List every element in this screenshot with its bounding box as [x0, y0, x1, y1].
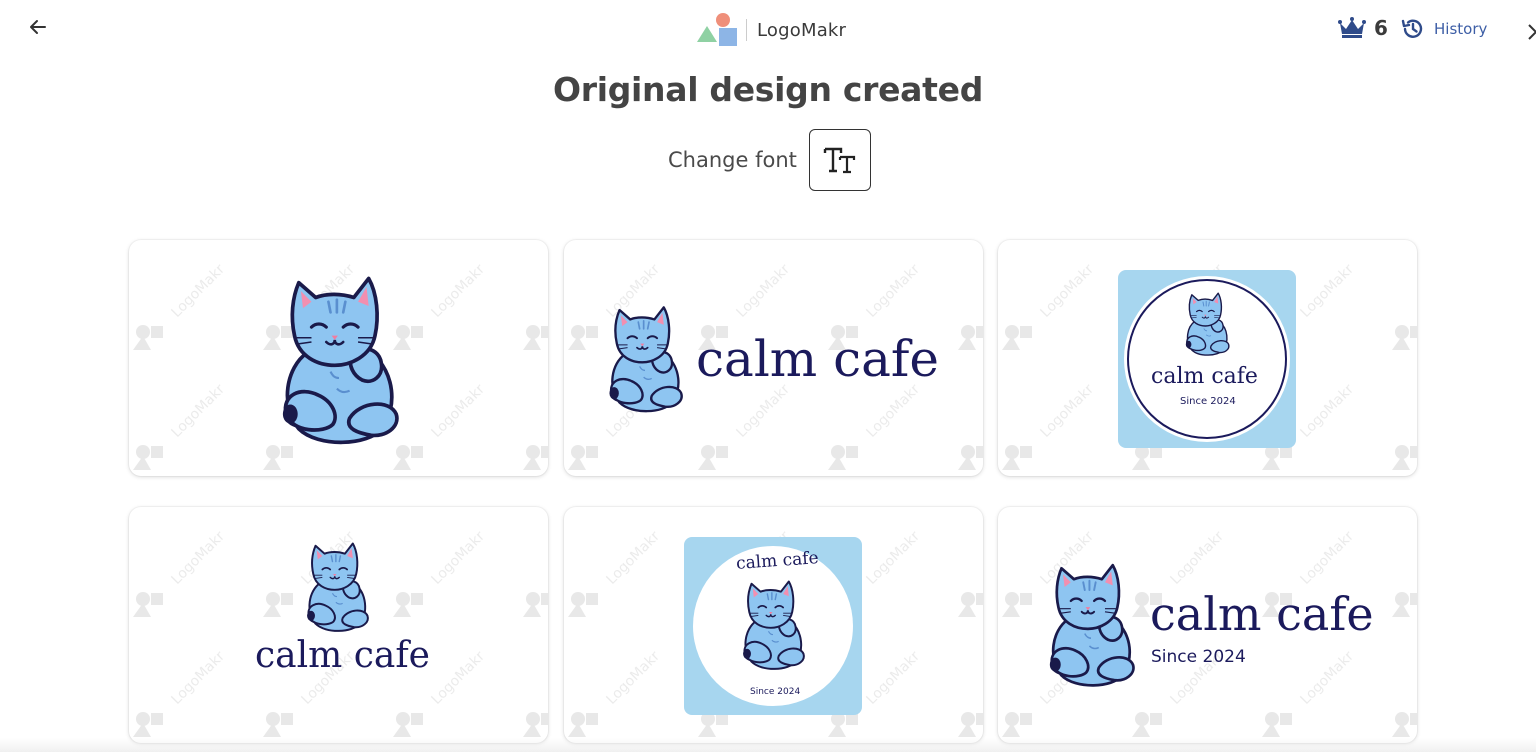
history-label: History	[1434, 20, 1488, 38]
change-font-row: Change font	[668, 129, 871, 191]
design-card[interactable]	[129, 240, 548, 476]
credits-indicator[interactable]: 6	[1338, 16, 1388, 40]
cat-icon	[1180, 290, 1234, 358]
wordmark: calm cafe	[255, 635, 430, 676]
badge-background: calm cafe Since 2024	[684, 537, 862, 715]
cat-icon	[1042, 559, 1140, 691]
cat-icon	[738, 577, 808, 673]
back-button[interactable]	[26, 14, 52, 40]
design-card[interactable]: calm cafe Since 2024	[998, 240, 1417, 476]
wordmark: calm cafe	[696, 330, 940, 388]
top-bar: LogoMakr 6 History	[0, 0, 1536, 60]
change-font-button[interactable]	[808, 129, 871, 191]
tagline: Since 2024	[1180, 396, 1236, 407]
design-card[interactable]: calm cafe Since 2024	[564, 507, 983, 743]
bottom-fade	[0, 738, 1536, 752]
cat-icon	[269, 270, 409, 450]
page-title: Original design created	[552, 70, 984, 109]
wordmark: calm cafe	[1150, 587, 1374, 641]
back-arrow-icon	[30, 20, 46, 34]
design-card[interactable]: calm cafe Since 2024	[998, 507, 1417, 743]
cat-icon	[602, 302, 688, 416]
tagline: Since 2024	[1151, 647, 1246, 667]
change-font-label: Change font	[668, 148, 797, 172]
tagline: Since 2024	[750, 687, 801, 697]
wordmark: calm cafe	[1151, 364, 1258, 389]
cat-icon	[301, 539, 373, 635]
close-icon[interactable]	[1526, 20, 1536, 40]
credits-count: 6	[1374, 16, 1388, 40]
brand-logo[interactable]: LogoMakr	[696, 12, 846, 48]
brand-divider	[746, 19, 747, 41]
design-card[interactable]: calm cafe	[129, 507, 548, 743]
history-button[interactable]: History	[1400, 16, 1487, 42]
design-card[interactable]: calm cafe	[564, 240, 983, 476]
badge-background: calm cafe Since 2024	[1118, 270, 1296, 448]
text-font-icon	[823, 147, 855, 174]
crown-icon	[1338, 17, 1366, 38]
brand-name: LogoMakr	[757, 19, 847, 41]
history-icon	[1401, 19, 1423, 38]
logomakr-mark-icon	[696, 12, 740, 48]
